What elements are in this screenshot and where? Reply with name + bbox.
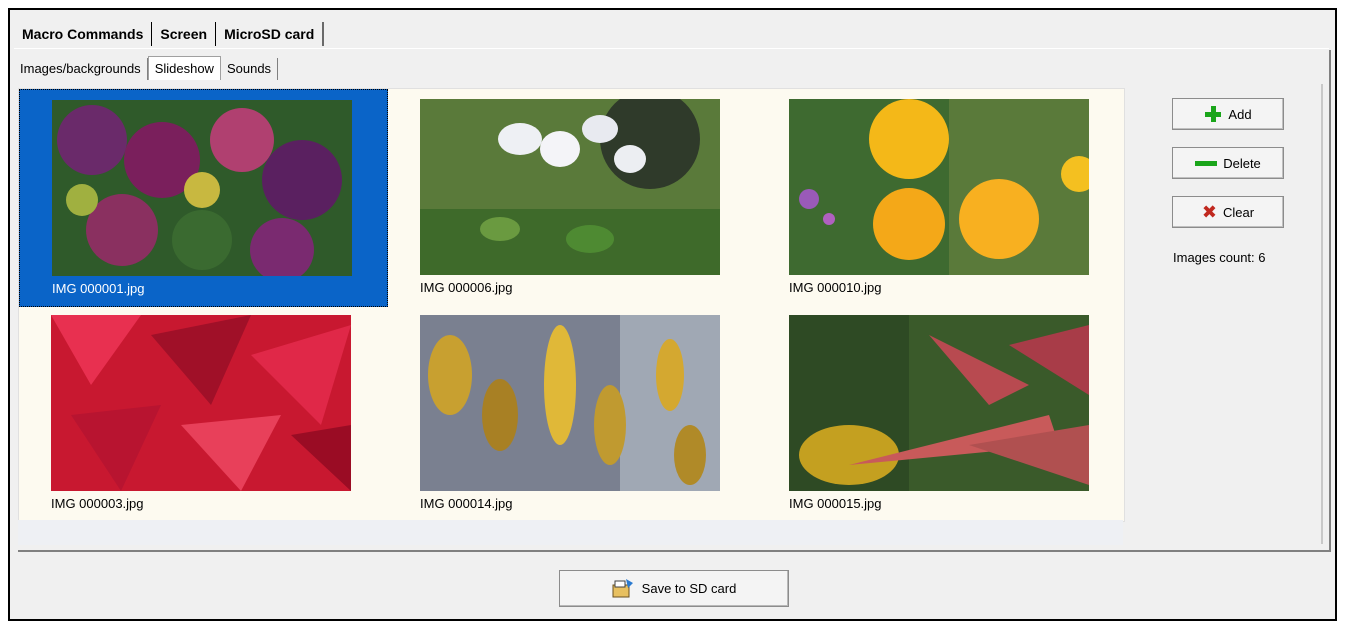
clear-label: Clear bbox=[1223, 204, 1255, 220]
clear-icon: ✖ bbox=[1201, 202, 1217, 222]
app-window: Macro Commands Screen MicroSD card Image… bbox=[8, 8, 1337, 621]
image-caption: IMG 000006.jpg bbox=[420, 280, 513, 295]
save-label: Save to SD card bbox=[641, 581, 737, 596]
gallery-footer bbox=[18, 520, 1123, 545]
tab-divider bbox=[14, 48, 1329, 49]
minus-icon bbox=[1195, 160, 1218, 166]
tab-screen[interactable]: Screen bbox=[152, 22, 217, 46]
image-gallery[interactable]: IMG 000001.jpg IMG 000006.jpg IMG 000010… bbox=[18, 88, 1125, 522]
image-caption: IMG 000003.jpg bbox=[51, 496, 144, 511]
tab-slideshow[interactable]: Slideshow bbox=[147, 56, 221, 80]
delete-button[interactable]: Delete bbox=[1172, 147, 1284, 179]
main-tabbar: Macro Commands Screen MicroSD card bbox=[14, 22, 325, 48]
delete-label: Delete bbox=[1223, 155, 1261, 171]
image-caption: IMG 000010.jpg bbox=[789, 280, 882, 295]
thumbnail-image bbox=[420, 315, 720, 491]
thumbnail-image bbox=[52, 100, 352, 276]
thumbnail-image bbox=[789, 99, 1089, 275]
gallery-item[interactable]: IMG 000001.jpg bbox=[19, 89, 388, 307]
gallery-item[interactable]: IMG 000015.jpg bbox=[757, 305, 1126, 523]
add-button[interactable]: Add bbox=[1172, 98, 1284, 130]
save-to-sd-icon bbox=[612, 578, 633, 597]
image-caption: IMG 000015.jpg bbox=[789, 496, 882, 511]
thumbnail-image bbox=[789, 315, 1089, 491]
sub-tabbar: Images/backgrounds Slideshow Sounds bbox=[14, 56, 279, 82]
tab-images-backgrounds[interactable]: Images/backgrounds bbox=[14, 58, 148, 80]
thumbnail-image bbox=[51, 315, 351, 491]
clear-button[interactable]: ✖ Clear bbox=[1172, 196, 1284, 228]
images-count: Images count: 6 bbox=[1173, 250, 1266, 265]
plus-icon bbox=[1204, 105, 1222, 123]
add-label: Add bbox=[1228, 106, 1252, 122]
tab-macro-commands[interactable]: Macro Commands bbox=[14, 22, 153, 46]
gallery-item[interactable]: IMG 000014.jpg bbox=[388, 305, 757, 523]
gallery-item[interactable]: IMG 000003.jpg bbox=[19, 305, 388, 523]
tab-sounds[interactable]: Sounds bbox=[220, 58, 279, 80]
thumbnail-image bbox=[420, 99, 720, 275]
gallery-item[interactable]: IMG 000006.jpg bbox=[388, 89, 757, 307]
tab-microsd-card[interactable]: MicroSD card bbox=[216, 22, 325, 46]
save-to-sd-button[interactable]: Save to SD card bbox=[559, 570, 789, 607]
gallery-item[interactable]: IMG 000010.jpg bbox=[757, 89, 1126, 307]
image-caption: IMG 000001.jpg bbox=[52, 281, 145, 296]
image-caption: IMG 000014.jpg bbox=[420, 496, 513, 511]
